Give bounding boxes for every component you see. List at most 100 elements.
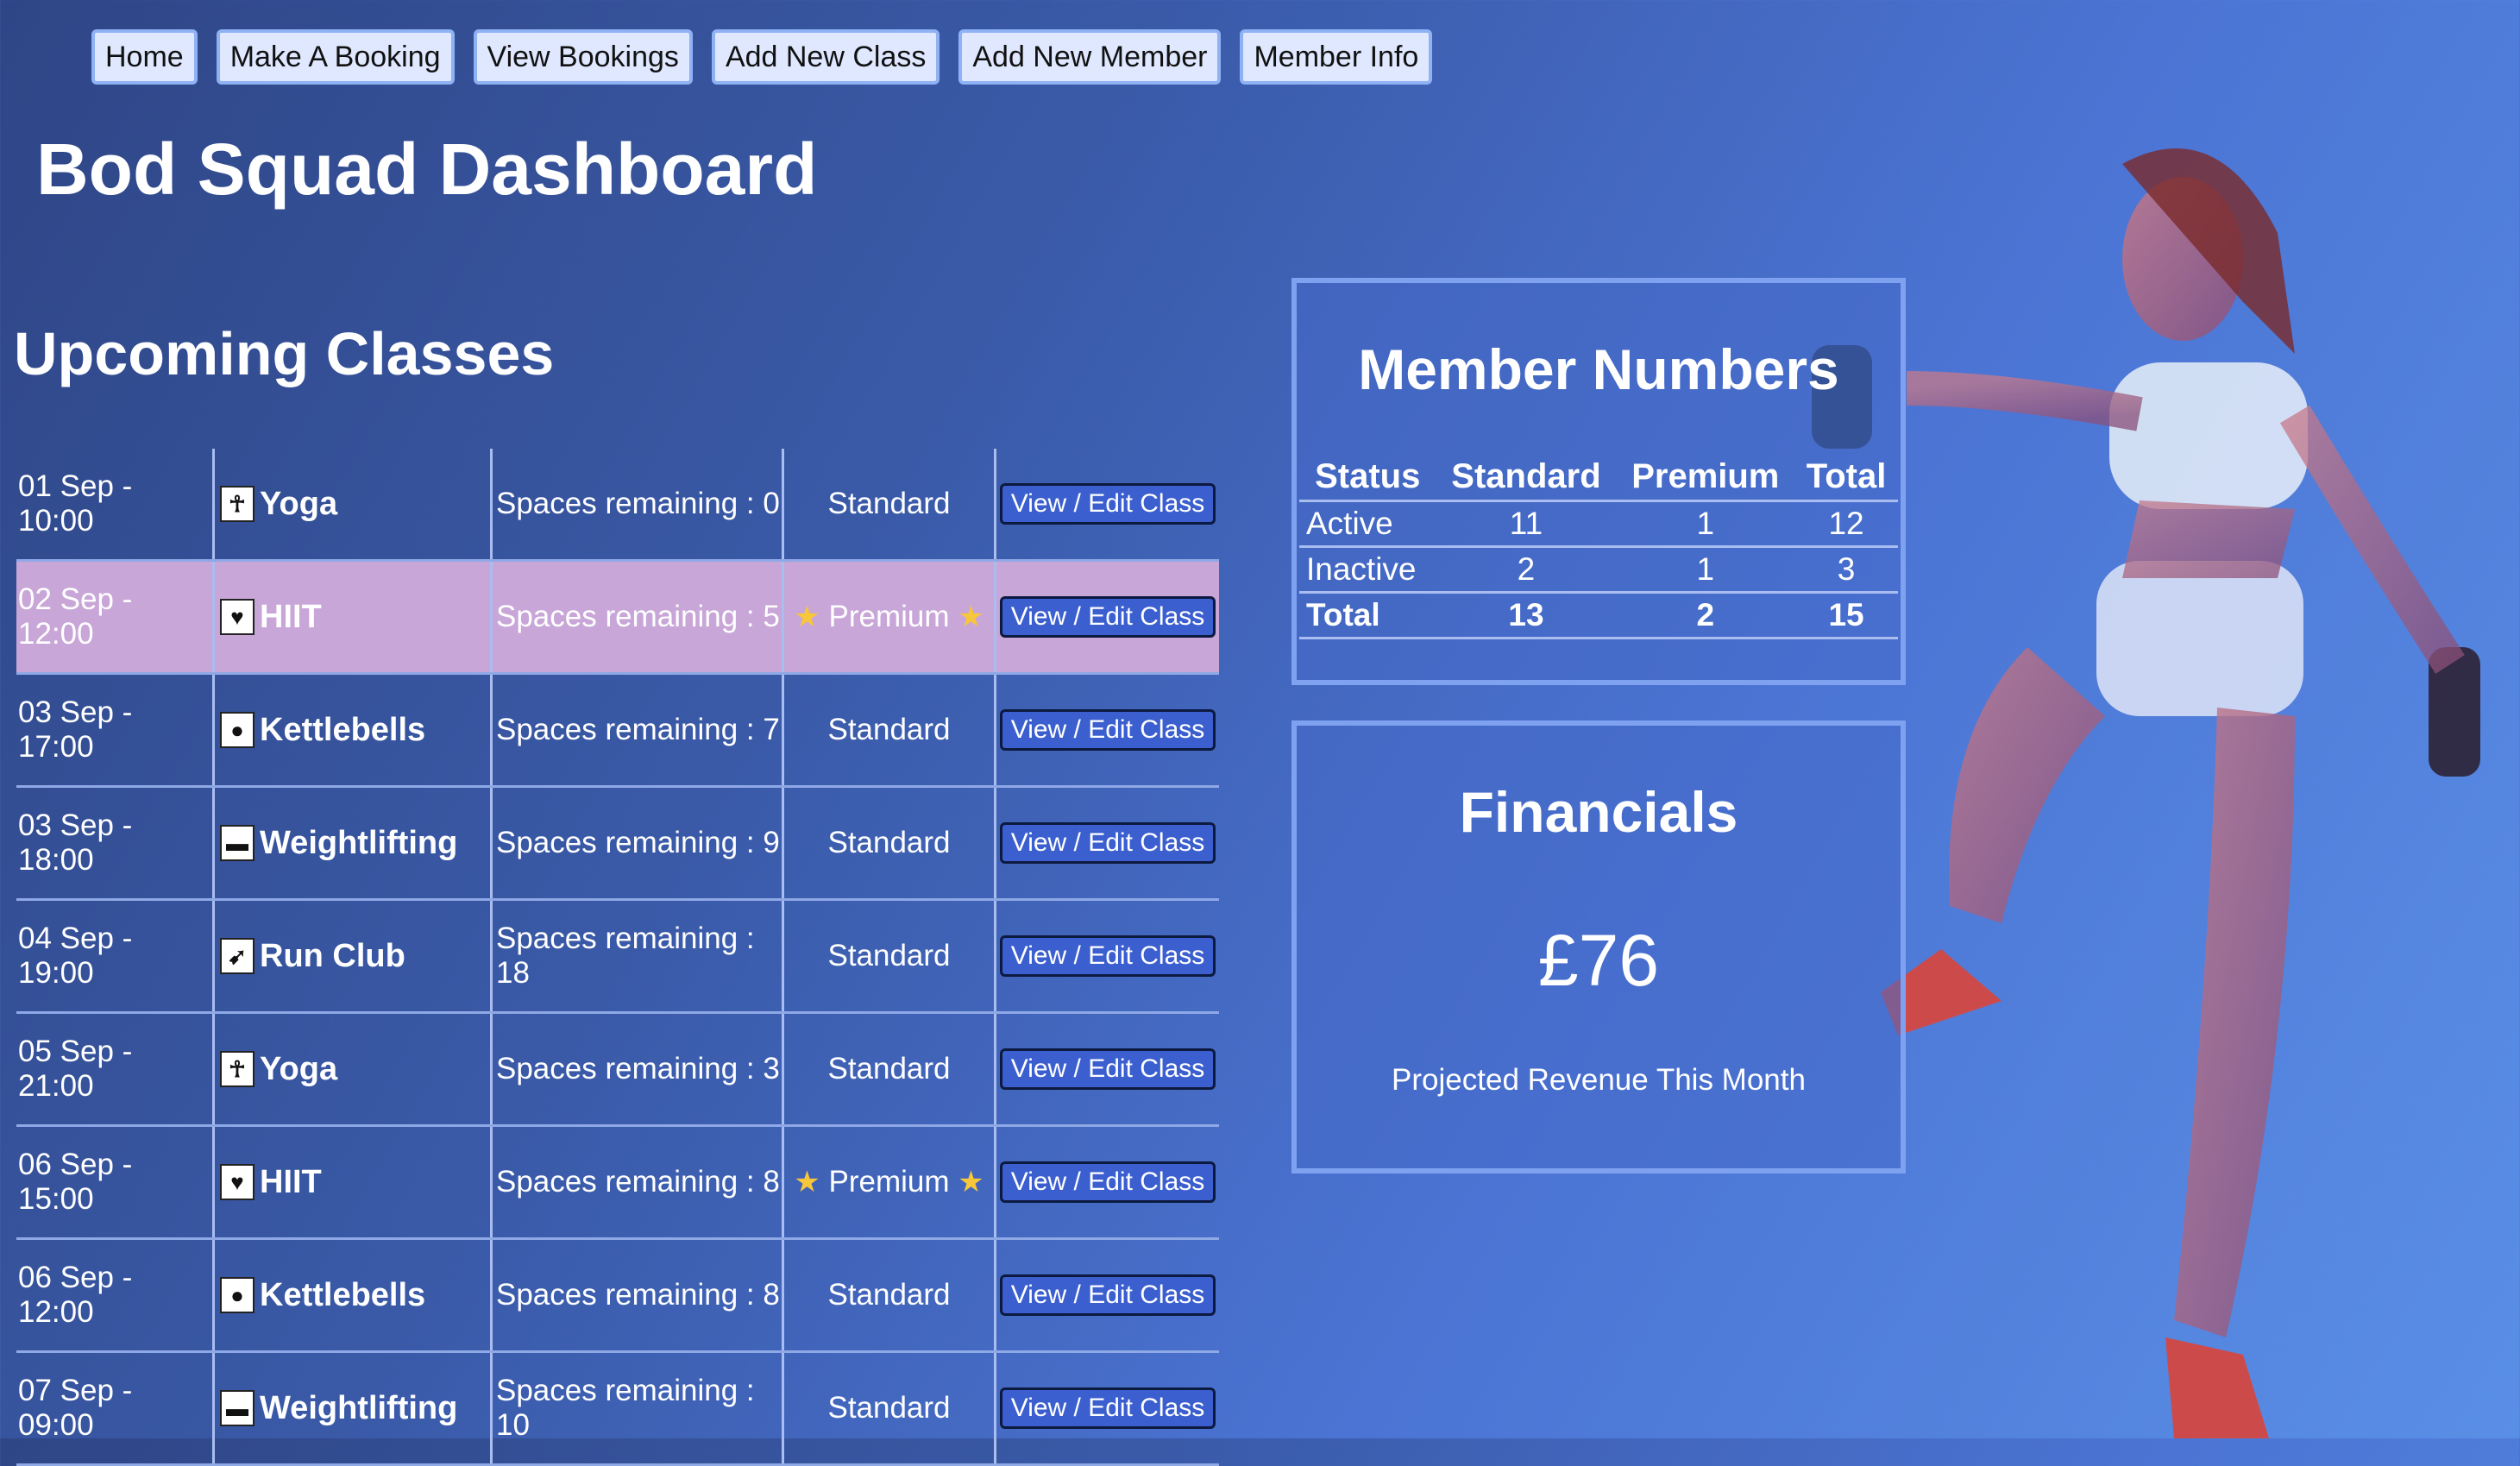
column-header: Standard [1436, 454, 1617, 502]
nav-add-member-button[interactable]: Add New Member [958, 29, 1222, 85]
spaces-remaining: Spaces remaining : 3 [493, 1014, 784, 1124]
spaces-remaining: Spaces remaining : 5 [493, 562, 784, 672]
barbell-icon: ▬ [220, 1390, 255, 1426]
heart-hands-icon: ♥ [220, 1164, 255, 1200]
table-cell: 11 [1436, 500, 1617, 548]
class-row: 03 Sep - 17:00 ● Kettlebells Spaces remaini… [16, 675, 1219, 788]
table-cell: 12 [1794, 500, 1898, 548]
table-row: Inactive 2 1 3 [1299, 546, 1898, 594]
class-action-cell: View / Edit Class [996, 788, 1219, 898]
class-name: Run Club [260, 937, 405, 974]
nav-member-info-button[interactable]: Member Info [1240, 29, 1433, 85]
class-name-cell: ☥ Yoga [215, 449, 493, 559]
member-numbers-heading: Member Numbers [1358, 337, 1839, 401]
class-name: Weightlifting [260, 824, 458, 861]
class-name-cell: ♥ HIIT [215, 562, 493, 672]
spaces-remaining: Spaces remaining : 9 [493, 788, 784, 898]
table-cell: 13 [1436, 592, 1617, 639]
spaces-remaining: Spaces remaining : 18 [493, 901, 784, 1011]
view-edit-class-button[interactable]: View / Edit Class [999, 1274, 1216, 1316]
class-tier: Premium [828, 600, 950, 633]
class-action-cell: View / Edit Class [996, 1353, 1219, 1463]
class-name: Kettlebells [260, 711, 426, 748]
view-edit-class-button[interactable]: View / Edit Class [999, 1048, 1216, 1090]
class-name-cell: ☥ Yoga [215, 1014, 493, 1124]
class-date: 03 Sep - 17:00 [16, 675, 215, 785]
class-action-cell: View / Edit Class [996, 1240, 1219, 1350]
table-row: Active 11 1 12 [1299, 500, 1898, 548]
class-row: 01 Sep - 10:00 ☥ Yoga Spaces remaining : 0S… [16, 449, 1219, 562]
class-date: 06 Sep - 15:00 [16, 1127, 215, 1237]
class-name-cell: ➹ Run Club [215, 901, 493, 1011]
spaces-remaining: Spaces remaining : 7 [493, 675, 784, 785]
class-tier-cell: ★ Premium ★ [784, 562, 996, 672]
table-cell: 15 [1794, 592, 1898, 639]
yoga-icon: ☥ [220, 1051, 255, 1087]
class-tier: Standard [827, 1052, 951, 1085]
table-cell: Active [1299, 500, 1436, 548]
projected-revenue-amount: £76 [1537, 920, 1660, 1001]
class-name-cell: ▬ Weightlifting [215, 788, 493, 898]
kettlebell-icon: ● [220, 712, 255, 748]
class-row: 02 Sep - 12:00 ♥ HIIT Spaces remaining : 5 ★… [16, 562, 1219, 675]
spaces-remaining: Spaces remaining : 8 [493, 1240, 784, 1350]
view-edit-class-button[interactable]: View / Edit Class [999, 709, 1216, 751]
star-icon: ★ [958, 601, 984, 633]
view-edit-class-button[interactable]: View / Edit Class [999, 822, 1216, 864]
class-date: 06 Sep - 12:00 [16, 1240, 215, 1350]
view-edit-class-button[interactable]: View / Edit Class [999, 596, 1216, 638]
runner-icon: ➹ [220, 938, 255, 974]
table-cell: 1 [1616, 500, 1795, 548]
spaces-remaining: Spaces remaining : 0 [493, 449, 784, 559]
table-cell: 1 [1616, 546, 1795, 594]
table-cell: Inactive [1299, 546, 1436, 594]
class-tier: Standard [827, 713, 951, 746]
class-tier-cell: Standard [784, 901, 996, 1011]
class-tier: Standard [827, 1391, 951, 1425]
class-tier: Standard [827, 826, 951, 859]
class-action-cell: View / Edit Class [996, 1014, 1219, 1124]
table-cell: 3 [1794, 546, 1898, 594]
nav-make-booking-button[interactable]: Make A Booking [216, 29, 455, 85]
class-row: 06 Sep - 15:00 ♥ HIIT Spaces remaining : 8 ★… [16, 1127, 1219, 1240]
yoga-icon: ☥ [220, 486, 255, 522]
class-row: 06 Sep - 12:00 ● Kettlebells Spaces remaini… [16, 1240, 1219, 1353]
class-action-cell: View / Edit Class [996, 1127, 1219, 1237]
kettlebell-icon: ● [220, 1277, 255, 1313]
class-date: 01 Sep - 10:00 [16, 449, 215, 559]
class-tier: Standard [827, 1278, 951, 1312]
spaces-remaining: Spaces remaining : 10 [493, 1353, 784, 1463]
class-name: Yoga [260, 485, 338, 522]
view-edit-class-button[interactable]: View / Edit Class [999, 1161, 1216, 1203]
heart-hands-icon: ♥ [220, 599, 255, 635]
class-tier-cell: Standard [784, 449, 996, 559]
class-date: 03 Sep - 18:00 [16, 788, 215, 898]
class-row: 03 Sep - 18:00 ▬ Weightlifting Spaces remai… [16, 788, 1219, 901]
class-row: 07 Sep - 09:00 ▬ Weightlifting Spaces remai… [16, 1353, 1219, 1466]
upcoming-classes-heading: Upcoming Classes [14, 320, 555, 387]
class-tier-cell: Standard [784, 1014, 996, 1124]
nav-add-class-button[interactable]: Add New Class [711, 29, 940, 85]
class-action-cell: View / Edit Class [996, 675, 1219, 785]
classes-table: 01 Sep - 10:00 ☥ Yoga Spaces remaining : 0S… [16, 449, 1219, 1466]
class-name-cell: ● Kettlebells [215, 1240, 493, 1350]
financials-heading: Financials [1459, 780, 1738, 844]
table-cell: 2 [1436, 546, 1617, 594]
spaces-remaining: Spaces remaining : 8 [493, 1127, 784, 1237]
class-name: Kettlebells [260, 1276, 426, 1313]
star-icon: ★ [958, 1166, 984, 1199]
athlete-photo [1812, 148, 2480, 1438]
view-edit-class-button[interactable]: View / Edit Class [999, 935, 1216, 977]
class-date: 05 Sep - 21:00 [16, 1014, 215, 1124]
member-numbers-panel: Member Numbers Status Standard Premium T… [1291, 278, 1906, 685]
projected-revenue-caption: Projected Revenue This Month [1392, 1063, 1806, 1097]
class-date: 04 Sep - 19:00 [16, 901, 215, 1011]
nav-home-button[interactable]: Home [91, 29, 198, 85]
class-action-cell: View / Edit Class [996, 562, 1219, 672]
view-edit-class-button[interactable]: View / Edit Class [999, 1387, 1216, 1429]
class-tier-cell: Standard [784, 788, 996, 898]
star-icon: ★ [794, 1166, 820, 1199]
class-tier: Standard [827, 939, 951, 972]
nav-view-bookings-button[interactable]: View Bookings [473, 29, 693, 85]
view-edit-class-button[interactable]: View / Edit Class [999, 483, 1216, 525]
